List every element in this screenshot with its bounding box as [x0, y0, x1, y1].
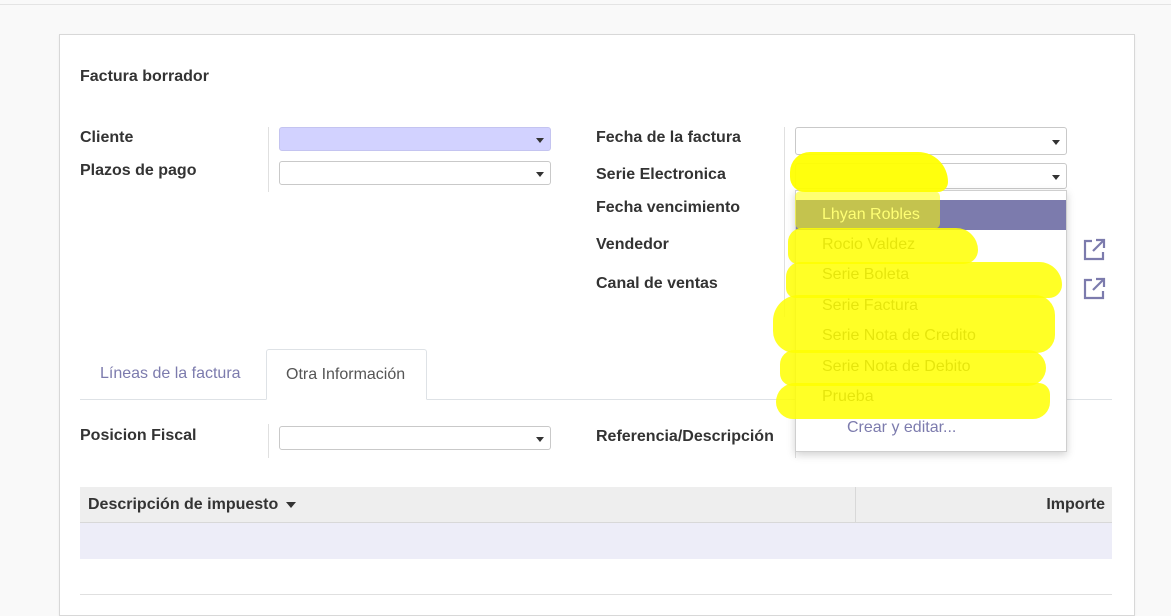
dropdown-option[interactable]: Serie Nota de Debito [796, 352, 1066, 382]
column-divider [855, 487, 856, 522]
sort-down-icon [286, 501, 297, 508]
chevron-down-icon [536, 437, 544, 442]
tax-table-header: Descripción de impuesto Importe [80, 487, 1112, 523]
dropdown-option[interactable]: Prueba [796, 382, 1066, 412]
posicion-fiscal-select[interactable] [279, 426, 551, 450]
referencia-label: Referencia/Descripción [596, 428, 774, 445]
serie-electronica-label: Serie Electronica [596, 166, 726, 183]
serie-electronica-select[interactable] [795, 163, 1067, 189]
dropdown-option[interactable]: Rocio Valdez [796, 230, 1066, 260]
top-border [0, 4, 1171, 5]
dropdown-option[interactable]: Serie Boleta [796, 260, 1066, 290]
fecha-factura-input[interactable] [795, 127, 1067, 155]
cliente-select[interactable] [279, 127, 551, 151]
table-row [80, 523, 1112, 559]
vendedor-label: Vendedor [596, 236, 669, 253]
col-descripcion-label: Descripción de impuesto [88, 496, 279, 513]
canal-ventas-label: Canal de ventas [596, 275, 718, 292]
field-separator [268, 127, 269, 192]
tab-lineas-factura[interactable]: Líneas de la factura [100, 365, 241, 383]
table-bottom-line [80, 594, 1112, 595]
dropdown-option[interactable]: Lhyan Robles [796, 200, 1066, 230]
posicion-fiscal-label: Posicion Fiscal [80, 427, 197, 444]
cliente-label: Cliente [80, 129, 134, 146]
chevron-down-icon [1052, 175, 1060, 180]
field-separator [268, 424, 269, 458]
page-title: Factura borrador [80, 68, 209, 85]
dropdown-option[interactable]: Serie Nota de Credito [796, 321, 1066, 351]
fecha-vencimiento-label: Fecha vencimiento [596, 199, 741, 216]
col-descripcion-impuesto[interactable]: Descripción de impuesto [88, 496, 297, 514]
dropdown-option[interactable]: Serie Factura [796, 291, 1066, 321]
tab-otra-informacion[interactable]: Otra Información [266, 349, 427, 400]
field-separator [784, 127, 785, 317]
fecha-factura-label: Fecha de la factura [596, 129, 741, 146]
plazos-pago-label: Plazos de pago [80, 162, 197, 179]
chevron-down-icon [1052, 140, 1060, 145]
external-link-icon[interactable] [1081, 237, 1107, 263]
external-link-icon[interactable] [1081, 276, 1107, 302]
serie-electronica-dropdown: Lhyan Robles Rocio Valdez Serie Boleta S… [795, 190, 1067, 452]
chevron-down-icon [536, 138, 544, 143]
plazos-pago-select[interactable] [279, 161, 551, 185]
create-edit-option[interactable]: Crear y editar... [796, 413, 1066, 443]
chevron-down-icon [536, 172, 544, 177]
col-importe[interactable]: Importe [1046, 496, 1105, 514]
